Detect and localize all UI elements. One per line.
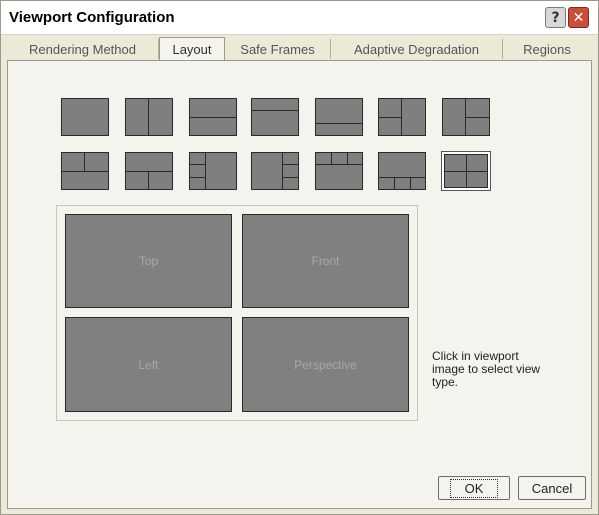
ok-button[interactable]: OK — [438, 476, 510, 500]
layout-pane — [394, 177, 411, 190]
layout-pane — [378, 177, 395, 190]
layout-option-4[interactable] — [250, 97, 300, 137]
layout-pane — [282, 177, 299, 190]
layout-pane — [205, 152, 237, 190]
viewport-front[interactable]: Front — [242, 214, 409, 308]
tab-label: Layout — [172, 42, 212, 57]
layout-option-14[interactable] — [441, 151, 491, 191]
tab-label: Regions — [523, 41, 571, 57]
layout-pane — [466, 154, 488, 172]
layout-pane — [315, 98, 363, 124]
layout-option-13[interactable] — [377, 151, 427, 191]
layout-pane — [444, 171, 467, 188]
viewport-configuration-dialog: Viewport Configuration ? ✕ Rendering Met… — [0, 0, 599, 515]
layout-pane — [61, 98, 109, 136]
viewport-label: Left — [138, 357, 159, 372]
tab-safe-frames[interactable]: Safe Frames — [225, 39, 331, 59]
layout-option-7[interactable] — [441, 97, 491, 137]
ok-button-label: OK — [449, 478, 499, 498]
layout-option-8[interactable] — [60, 151, 110, 191]
layout-pane — [410, 177, 426, 190]
layout-pane — [61, 152, 85, 172]
tab-regions[interactable]: Regions — [503, 39, 591, 59]
cancel-button-label: Cancel — [531, 480, 573, 496]
layout-option-6[interactable] — [377, 97, 427, 137]
viewport-label: Top — [138, 254, 159, 268]
layout-pane — [125, 152, 173, 172]
tab-label: Safe Frames — [240, 41, 315, 57]
cancel-button[interactable]: Cancel — [518, 476, 586, 500]
layout-pane — [378, 98, 402, 118]
viewport-left[interactable]: Left — [65, 317, 232, 412]
layout-pane — [401, 98, 426, 136]
layout-option-3[interactable] — [188, 97, 238, 137]
layout-pane — [148, 98, 173, 136]
close-button[interactable]: ✕ — [568, 7, 589, 28]
layout-pane — [61, 171, 109, 190]
help-icon: ? — [551, 9, 560, 26]
viewport-label: Front — [311, 254, 340, 268]
layout-pane — [378, 152, 426, 178]
layout-options — [60, 97, 500, 191]
tab-strip: Rendering Method Layout Safe Frames Adap… — [7, 37, 592, 61]
layout-pane — [125, 98, 149, 136]
layout-pane — [466, 171, 488, 188]
layout-pane — [251, 152, 283, 190]
layout-option-11[interactable] — [250, 151, 300, 191]
layout-option-2[interactable] — [124, 97, 174, 137]
layout-pane — [189, 177, 206, 190]
layout-pane — [378, 117, 402, 136]
tab-rendering-method[interactable]: Rendering Method — [7, 39, 159, 59]
layout-pane — [442, 98, 466, 136]
viewport-label: Perspective — [294, 357, 357, 372]
viewport-perspective[interactable]: Perspective — [242, 317, 409, 412]
layout-pane — [315, 164, 363, 190]
viewport-preview: Top Front Left Perspective — [56, 205, 418, 421]
layout-pane — [444, 154, 467, 172]
layout-option-1[interactable] — [60, 97, 110, 137]
layout-pane — [189, 164, 206, 178]
viewport-hint-text: Click in viewport image to select view t… — [432, 349, 541, 389]
layout-pane — [315, 123, 363, 136]
viewport-top[interactable]: Top — [65, 214, 232, 308]
layout-option-10[interactable] — [188, 151, 238, 191]
layout-pane — [84, 152, 109, 172]
layout-pane — [465, 117, 490, 136]
layout-panel: Top Front Left Perspective Click in view… — [7, 60, 592, 509]
layout-option-12[interactable] — [314, 151, 364, 191]
layout-pane — [189, 117, 237, 136]
title-bar[interactable]: Viewport Configuration ? ✕ — [1, 1, 598, 35]
close-icon: ✕ — [572, 9, 585, 26]
layout-pane — [125, 171, 149, 190]
layout-pane — [465, 98, 490, 118]
tab-adaptive-degradation[interactable]: Adaptive Degradation — [331, 39, 503, 59]
tab-layout[interactable]: Layout — [159, 37, 225, 61]
layout-pane — [189, 98, 237, 118]
tab-label: Rendering Method — [29, 41, 136, 57]
tab-label: Adaptive Degradation — [353, 41, 480, 57]
layout-pane — [282, 164, 299, 178]
layout-pane — [251, 110, 299, 136]
layout-option-9[interactable] — [124, 151, 174, 191]
window-title: Viewport Configuration — [9, 9, 175, 26]
help-button[interactable]: ? — [545, 7, 566, 28]
layout-option-5[interactable] — [314, 97, 364, 137]
layout-pane — [148, 171, 173, 190]
